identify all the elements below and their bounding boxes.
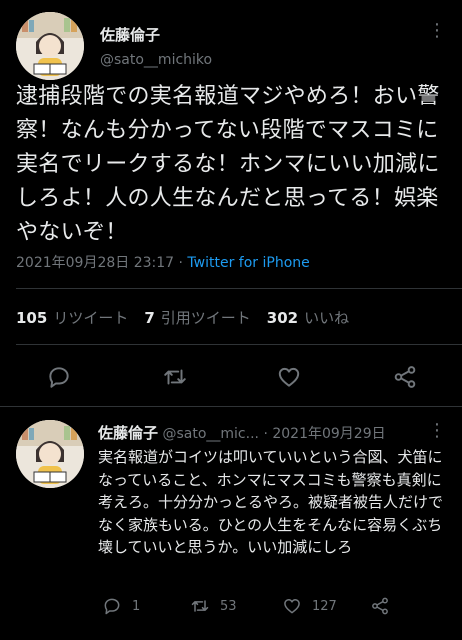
share-button[interactable] [370,596,400,616]
avatar[interactable] [16,12,84,80]
avatar-illustration [16,420,84,488]
likes-stat[interactable]: 302 いいね [267,307,349,328]
quotes-stat[interactable]: 7 引用ツイート [144,307,250,328]
display-name[interactable]: 佐藤倫子 [98,424,158,442]
user-handle[interactable]: @sato__mic... [162,426,259,442]
reply-count: 1 [132,598,141,614]
reply-date[interactable]: 2021年09月29日 [272,426,385,442]
likes-label: いいね [304,309,350,327]
tweet-text: 逮捕段階での実名報道マジやめろ！おい警察！なんも分かってない段階でマスコミに実名… [16,84,440,245]
tweet-stats: 105 リツイート 7 引用ツイート 302 いいね [16,307,365,328]
likes-count: 302 [266,309,299,327]
avatar-illustration [16,12,84,80]
tweet-meta: 2021年09月28日 23:17 · Twitter for iPhone [16,252,310,272]
reply-actions: 1 53 127 [98,596,448,620]
retweet-icon [191,600,209,612]
retweet-button[interactable]: 53 [190,596,237,616]
reply-icon [104,598,120,615]
tweet-actions [0,362,462,392]
share-icon[interactable] [392,364,418,390]
quotes-label: 引用ツイート [160,309,251,327]
like-icon [284,599,300,614]
user-handle[interactable]: @sato__michiko [100,52,212,68]
more-icon[interactable]: ⋮ [428,422,446,440]
more-icon[interactable]: ⋮ [428,22,446,40]
display-name[interactable]: 佐藤倫子 [100,24,160,45]
timestamp[interactable]: 2021年09月28日 23:17 [16,255,174,271]
reply-text: 実名報道がコイツは叩いていいという合図、犬笛になっていること、ホンマにマスコミも… [98,448,444,556]
divider [16,288,462,289]
meta-separator: · [263,426,268,442]
retweet-count: 53 [220,598,237,614]
retweets-count: 105 [16,309,48,327]
like-count: 127 [312,598,337,614]
retweets-stat[interactable]: 105 リツイート [16,307,128,328]
quotes-count: 7 [144,309,155,327]
meta-separator: · [178,255,183,271]
reply-header: 佐藤倫子 @sato__mic... · 2021年09月29日 [98,422,386,443]
share-icon [372,597,388,615]
avatar[interactable] [16,420,84,488]
retweet-icon[interactable] [162,364,188,390]
divider [16,344,462,345]
like-button[interactable]: 127 [282,596,337,616]
reply-icon[interactable] [46,364,72,390]
reply-button[interactable]: 1 [102,596,140,616]
like-icon[interactable] [276,364,302,390]
retweets-label: リツイート [53,309,129,327]
divider [0,406,462,407]
source-link[interactable]: Twitter for iPhone [187,255,309,271]
